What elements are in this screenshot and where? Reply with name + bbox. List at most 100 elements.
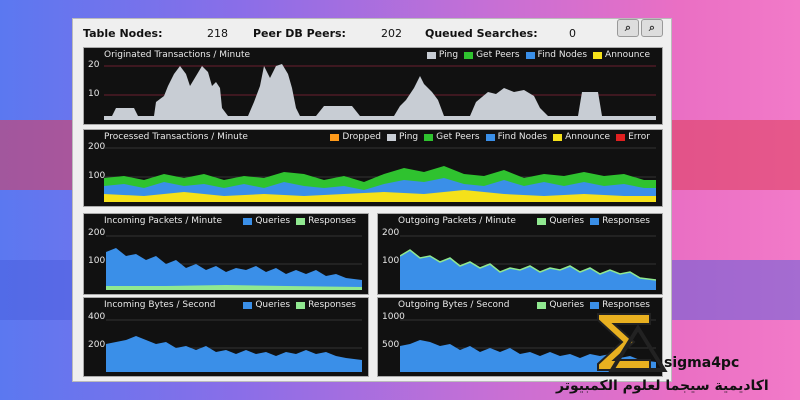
legend-swatch bbox=[537, 301, 547, 309]
legend-label: Get Peers bbox=[476, 50, 520, 60]
legend-label: Announce bbox=[565, 132, 611, 142]
legend-label: Dropped bbox=[342, 132, 381, 142]
magnifier-icon: ⌕ bbox=[648, 21, 656, 34]
ping-area bbox=[104, 64, 656, 120]
table-nodes-value: 218 bbox=[207, 27, 228, 40]
legend-swatch bbox=[424, 133, 434, 141]
legend-swatch bbox=[590, 217, 600, 225]
panel-title: Processed Transactions / Minute bbox=[104, 132, 248, 142]
panel-legend: Queries Responses bbox=[537, 216, 650, 226]
incoming-bytes-plot bbox=[106, 319, 362, 372]
legend-label: Find Nodes bbox=[537, 50, 588, 60]
legend-swatch bbox=[485, 133, 495, 141]
incoming-packets-plot bbox=[106, 235, 362, 290]
queued-searches-label: Queued Searches: bbox=[425, 27, 538, 40]
processed-plot bbox=[104, 147, 656, 202]
originated-transactions-panel: Originated Transactions / Minute Ping Ge… bbox=[83, 47, 663, 125]
y-tick-label: 200 bbox=[88, 228, 106, 238]
legend-swatch bbox=[525, 51, 535, 59]
originated-plot bbox=[104, 64, 656, 120]
legend-item-responses: Responses bbox=[590, 216, 650, 226]
panel-title: Incoming Bytes / Second bbox=[104, 300, 216, 310]
panel-legend: Queries Responses bbox=[243, 216, 356, 226]
panel-title: Incoming Packets / Minute bbox=[104, 216, 222, 226]
panel-legend: Dropped Ping Get Peers Find Nodes Announ… bbox=[330, 132, 650, 142]
legend-item-responses: Responses bbox=[296, 300, 356, 310]
y-tick-label: 20 bbox=[88, 60, 100, 70]
queued-searches-value: 0 bbox=[569, 27, 576, 40]
legend-item-error: Error bbox=[616, 132, 650, 142]
legend-label: Error bbox=[628, 132, 650, 142]
legend-label: Announce bbox=[605, 50, 650, 60]
incoming-packets-panel: Incoming Packets / Minute Queries Respon… bbox=[83, 213, 369, 295]
legend-item-get-peers: Get Peers bbox=[424, 132, 480, 142]
y-tick-label: 100 bbox=[88, 256, 106, 266]
legend-label: Queries bbox=[549, 216, 585, 226]
peer-db-value: 202 bbox=[381, 27, 402, 40]
dht-stats-window: Table Nodes: 218 Peer DB Peers: 202 Queu… bbox=[72, 18, 672, 382]
incoming-bytes-panel: Incoming Bytes / Second Queries Response… bbox=[83, 297, 369, 377]
legend-label: Queries bbox=[549, 300, 585, 310]
legend-item-ping: Ping bbox=[386, 132, 419, 142]
legend-item-announce: Announce bbox=[593, 50, 650, 60]
queries-area bbox=[106, 336, 362, 372]
legend-swatch bbox=[243, 301, 253, 309]
legend-item-queries: Queries bbox=[243, 300, 290, 310]
legend-item-dropped: Dropped bbox=[330, 132, 381, 142]
y-tick-label: 200 bbox=[88, 142, 106, 152]
legend-label: Responses bbox=[308, 300, 356, 310]
panel-legend: Ping Get Peers Find Nodes Announce bbox=[426, 50, 650, 60]
legend-item-get-peers: Get Peers bbox=[464, 50, 520, 60]
legend-swatch bbox=[616, 133, 626, 141]
queries-area bbox=[106, 248, 362, 290]
legend-swatch bbox=[330, 133, 340, 141]
legend-swatch bbox=[593, 51, 603, 59]
legend-swatch bbox=[553, 133, 563, 141]
y-tick-label: 100 bbox=[382, 256, 400, 266]
legend-swatch bbox=[296, 217, 306, 225]
legend-label: Get Peers bbox=[436, 132, 480, 142]
legend-item-queries: Queries bbox=[243, 216, 290, 226]
table-nodes-label: Table Nodes: bbox=[83, 27, 163, 40]
legend-swatch bbox=[426, 51, 436, 59]
legend-item-ping: Ping bbox=[426, 50, 459, 60]
legend-label: Queries bbox=[255, 300, 291, 310]
legend-swatch bbox=[537, 217, 547, 225]
y-tick-label: 400 bbox=[88, 312, 106, 322]
legend-item-queries: Queries bbox=[537, 216, 584, 226]
y-tick-label: 10 bbox=[88, 89, 100, 99]
y-tick-label: 100 bbox=[88, 171, 106, 181]
legend-swatch bbox=[243, 217, 253, 225]
stats-bar: Table Nodes: 218 Peer DB Peers: 202 Queu… bbox=[73, 19, 671, 47]
sigma4pc-logo bbox=[597, 313, 668, 372]
processed-transactions-panel: Processed Transactions / Minute Dropped … bbox=[83, 129, 663, 207]
zoom-in-button[interactable]: ⌕ bbox=[617, 19, 639, 37]
legend-item-find-nodes: Find Nodes bbox=[525, 50, 588, 60]
legend-label: Ping bbox=[438, 50, 459, 60]
legend-item-find-nodes: Find Nodes bbox=[485, 132, 548, 142]
peer-db-label: Peer DB Peers: bbox=[253, 27, 346, 40]
outgoing-packets-plot bbox=[400, 235, 656, 290]
y-tick-label: 200 bbox=[382, 228, 400, 238]
panel-legend: Queries Responses bbox=[243, 300, 356, 310]
panel-title: Outgoing Packets / Minute bbox=[398, 216, 516, 226]
panel-title: Originated Transactions / Minute bbox=[104, 50, 251, 60]
legend-label: Responses bbox=[308, 216, 356, 226]
outgoing-packets-panel: Outgoing Packets / Minute Queries Respon… bbox=[377, 213, 663, 295]
legend-item-announce: Announce bbox=[553, 132, 610, 142]
legend-label: Find Nodes bbox=[497, 132, 548, 142]
legend-swatch bbox=[464, 51, 474, 59]
legend-label: Queries bbox=[255, 216, 291, 226]
legend-swatch bbox=[386, 133, 396, 141]
arabic-caption: اكاديمية سيجما لعلوم الكمبيوتر bbox=[556, 378, 769, 394]
panel-title: Outgoing Bytes / Second bbox=[398, 300, 510, 310]
zoom-out-button[interactable]: ⌕ bbox=[641, 19, 663, 37]
y-tick-label: 200 bbox=[88, 340, 106, 350]
magnifier-icon: ⌕ bbox=[624, 21, 632, 34]
legend-item-queries: Queries bbox=[537, 300, 584, 310]
brand-text: sigma4pc bbox=[664, 355, 740, 371]
y-tick-label: 500 bbox=[382, 340, 400, 350]
legend-label: Responses bbox=[602, 216, 650, 226]
legend-label: Ping bbox=[398, 132, 419, 142]
legend-item-responses: Responses bbox=[296, 216, 356, 226]
